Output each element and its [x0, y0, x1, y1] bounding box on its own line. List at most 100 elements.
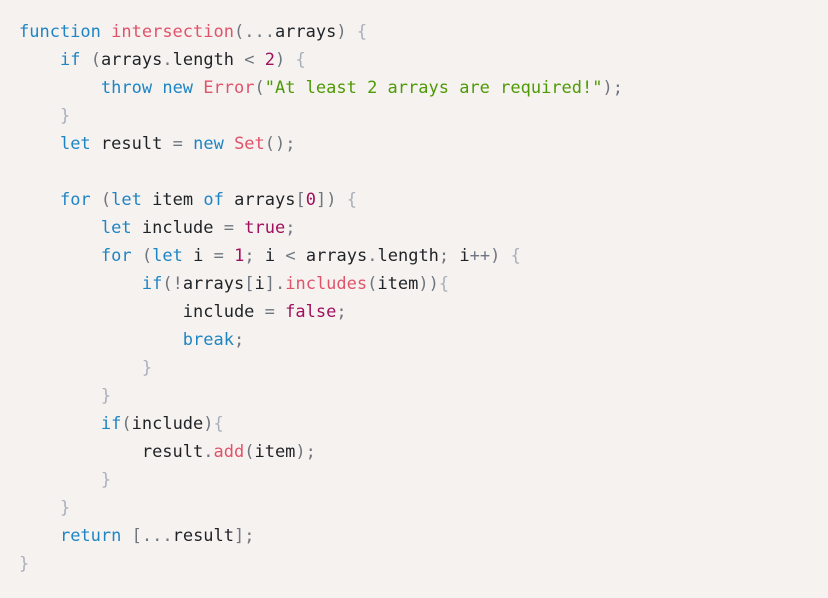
code-token-brace: { [295, 50, 306, 70]
code-line: throw new Error("At least 2 arrays are r… [19, 74, 828, 102]
code-token-control: return [59, 526, 122, 546]
code-token-punct: ) [602, 78, 613, 98]
code-token-class: Set [234, 134, 265, 154]
code-line: } [19, 354, 828, 382]
code-token-punct: ] [316, 190, 327, 210]
code-token-keyword: of [203, 190, 224, 210]
code-token-punct: ( [233, 22, 245, 42]
code-token-ident: item [254, 442, 296, 462]
code-block[interactable]: function intersection(...arrays) { if (a… [0, 0, 828, 598]
code-token-control: if [100, 414, 122, 434]
code-token-operator: < [285, 246, 296, 266]
code-token-control: throw [100, 78, 153, 98]
code-token-ident: arrays [182, 274, 245, 294]
code-token-keyword: function [19, 22, 101, 42]
code-token-punct: ; [612, 78, 623, 98]
code-token-brace: { [356, 22, 368, 42]
code-token-punct: ) [418, 274, 429, 294]
code-token-punct: ( [254, 78, 265, 98]
code-token-punct: ... [141, 526, 173, 546]
code-line: } [19, 466, 828, 494]
code-line: } [19, 550, 828, 578]
code-line: } [19, 382, 828, 410]
code-token-punct: ( [244, 442, 255, 462]
code-token-brace: { [213, 414, 224, 434]
code-line: let result = new Set(); [19, 130, 828, 158]
code-token-punct: ) [295, 442, 306, 462]
code-token-punct: ( [162, 274, 173, 294]
code-token-punct: ] [234, 526, 245, 546]
code-token-punct: ( [141, 246, 153, 266]
code-token-punct: ; [285, 134, 296, 154]
code-token-ident: result [100, 134, 163, 154]
code-token-punct: ; [244, 526, 255, 546]
code-token-operator: = [223, 218, 235, 238]
code-token-ident: result [172, 526, 235, 546]
code-token-punct: ; [233, 330, 245, 350]
code-line: return [...result]; [19, 522, 828, 550]
code-token-punct: [ [131, 526, 142, 546]
code-token-ident: arrays [274, 22, 337, 42]
code-token-ident: i [193, 246, 204, 266]
code-token-punct: ( [367, 274, 378, 294]
code-token-operator: = [213, 246, 224, 266]
code-token-punct: ; [285, 218, 296, 238]
code-token-brace: } [100, 386, 112, 406]
code-token-keyword: new [162, 78, 194, 98]
code-token-brace: { [510, 246, 521, 266]
code-token-control: if [141, 274, 163, 294]
code-token-brace: { [438, 274, 450, 294]
code-token-declaration: let [152, 246, 183, 266]
code-token-ident: item [152, 190, 194, 210]
code-token-punct: ) [490, 246, 501, 266]
code-line: for (let item of arrays[0]) { [19, 186, 828, 214]
code-token-declaration: let [59, 134, 91, 154]
code-token-constant: false [285, 302, 337, 322]
code-token-punct: . [367, 246, 378, 266]
code-token-punct: ; [305, 442, 316, 462]
code-line: } [19, 494, 828, 522]
code-token-operator: ! [172, 274, 183, 294]
code-token-property: length [377, 246, 439, 266]
code-token-number: 0 [305, 190, 316, 210]
code-token-operator: = [172, 134, 183, 154]
code-token-control: for [100, 246, 132, 266]
code-token-punct: ( [121, 414, 132, 434]
code-token-ident: arrays [305, 246, 368, 266]
code-token-punct: ) [203, 414, 214, 434]
code-token-brace: } [19, 554, 30, 574]
code-token-punct: [ [295, 190, 306, 210]
